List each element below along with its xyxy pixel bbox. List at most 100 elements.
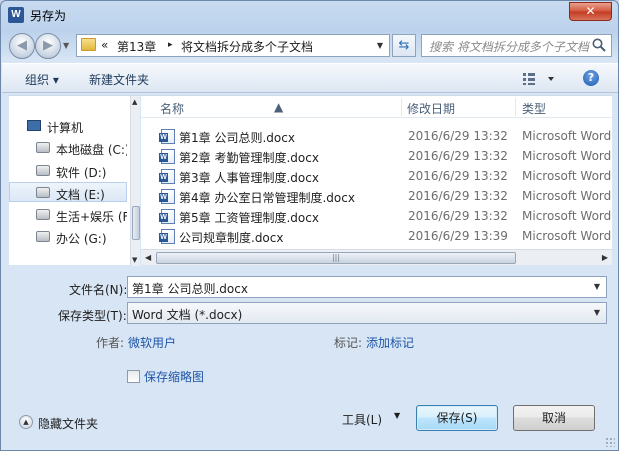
save-thumbnail-label[interactable]: 保存缩略图 xyxy=(144,368,204,385)
search-icon[interactable] xyxy=(591,37,607,53)
nav-item-label: 本地磁盘 (C:) xyxy=(56,143,127,157)
nav-item-drive-g[interactable]: 办公 (G:) xyxy=(9,227,127,247)
file-modified: 2016/6/29 13:32 xyxy=(408,169,508,183)
chevron-down-icon[interactable]: ▼ xyxy=(590,303,604,323)
file-modified: 2016/6/29 13:32 xyxy=(408,189,508,203)
back-button[interactable]: ◀ xyxy=(9,33,35,59)
dialog-title: 另存为 xyxy=(30,9,67,23)
breadcrumb-current-folder[interactable]: 将文档拆分成多个子文档 xyxy=(181,38,313,55)
column-divider[interactable] xyxy=(401,98,402,116)
nav-item-label: 生活+娱乐 (F xyxy=(56,210,127,224)
file-name: 公司规章制度.docx xyxy=(179,231,284,245)
breadcrumb-overflow[interactable]: « xyxy=(101,38,108,52)
chevron-down-icon[interactable]: ▼ xyxy=(590,277,604,297)
file-modified: 2016/6/29 13:32 xyxy=(408,149,508,163)
save-button[interactable]: 保存(S) xyxy=(416,405,498,431)
nav-item-drive-c[interactable]: 本地磁盘 (C:) xyxy=(9,138,127,158)
scroll-left-icon[interactable]: ◀ xyxy=(145,253,151,262)
filetype-select[interactable]: Word 文档 (*.docx) ▼ xyxy=(127,302,607,324)
nav-item-drive-d[interactable]: 软件 (D:) xyxy=(9,161,127,181)
save-thumbnail-checkbox[interactable] xyxy=(127,370,140,383)
word-app-icon: W xyxy=(8,7,24,23)
add-tags-link[interactable]: 添加标记 xyxy=(366,334,414,351)
navigation-pane: 计算机 本地磁盘 (C:) 软件 (D:) 文档 (E:) 生活+娱乐 (F 办… xyxy=(9,95,140,266)
sort-ascending-icon: ▲ xyxy=(274,100,284,114)
file-type: Microsoft Word xyxy=(522,149,612,163)
organize-menu-button[interactable]: 组织 ▾ xyxy=(25,71,59,88)
file-row[interactable]: 公司规章制度.docx 2016/6/29 13:39 Microsoft Wo… xyxy=(141,226,612,246)
tools-label: 工具(L) xyxy=(342,413,383,427)
chevron-down-icon: ▼ xyxy=(394,411,401,420)
word-document-icon xyxy=(159,229,175,244)
search-box[interactable]: 搜索 将文档拆分成多个子文档 xyxy=(421,34,612,57)
word-document-icon xyxy=(159,209,175,224)
search-placeholder: 搜索 将文档拆分成多个子文档 xyxy=(429,40,589,54)
file-row[interactable]: 第4章 办公室日常管理制度.docx 2016/6/29 13:32 Micro… xyxy=(141,186,612,206)
address-dropdown-icon[interactable]: ▼ xyxy=(371,35,389,56)
file-type: Microsoft Word xyxy=(522,189,612,203)
nav-scrollbar[interactable]: ▲ ▼ xyxy=(130,96,140,266)
refresh-button[interactable]: ⇆ xyxy=(392,34,416,57)
file-name: 第1章 公司总则.docx xyxy=(179,131,295,145)
file-list-hscrollbar[interactable]: ◀ ||| ▶ xyxy=(141,249,612,265)
column-header-type[interactable]: 类型 xyxy=(522,100,546,117)
filename-value: 第1章 公司总则.docx xyxy=(132,282,248,296)
file-row[interactable]: 第3章 人事管理制度.docx 2016/6/29 13:32 Microsof… xyxy=(141,166,612,186)
scroll-right-icon[interactable]: ▶ xyxy=(602,253,608,262)
scroll-thumb[interactable]: ||| xyxy=(156,252,516,264)
word-document-icon xyxy=(159,189,175,204)
column-header-modified[interactable]: 修改日期 xyxy=(407,100,455,117)
filename-label: 文件名(N): xyxy=(69,283,128,297)
collapse-up-icon: ▲ xyxy=(19,415,33,429)
file-row[interactable]: 第2章 考勤管理制度.docx 2016/6/29 13:32 Microsof… xyxy=(141,146,612,166)
scroll-up-icon[interactable]: ▲ xyxy=(132,98,137,106)
column-divider[interactable] xyxy=(515,98,516,116)
file-row[interactable]: 第1章 公司总则.docx 2016/6/29 13:32 Microsoft … xyxy=(141,126,612,146)
hide-folders-label: 隐藏文件夹 xyxy=(38,417,99,431)
cancel-button[interactable]: 取消 xyxy=(513,405,595,431)
address-bar[interactable]: « 第13章 ▸ 将文档拆分成多个子文档 ▼ xyxy=(76,34,390,57)
filetype-label: 保存类型(T): xyxy=(58,309,127,323)
breadcrumb-chapter13[interactable]: 第13章 xyxy=(117,38,156,55)
nav-item-drive-f[interactable]: 生活+娱乐 (F xyxy=(9,205,127,225)
drive-icon xyxy=(36,209,50,220)
recent-pages-dropdown-icon[interactable]: ▼ xyxy=(63,39,73,53)
forward-button[interactable]: ▶ xyxy=(35,33,61,59)
file-type: Microsoft Word xyxy=(522,229,612,243)
file-name: 第3章 人事管理制度.docx xyxy=(179,171,319,185)
close-button[interactable]: ✕ xyxy=(569,2,612,21)
folder-icon xyxy=(81,38,96,51)
author-label: 作者: xyxy=(96,336,125,350)
file-name: 第2章 考勤管理制度.docx xyxy=(179,151,319,165)
save-as-dialog: W 另存为 ✕ ◀ ▶ ▼ « 第13章 ▸ 将文档拆分成多个子文档 ▼ ⇆ 搜… xyxy=(0,0,619,451)
file-row[interactable]: 第5章 工资管理制度.docx 2016/6/29 13:32 Microsof… xyxy=(141,206,612,226)
author-value[interactable]: 微软用户 xyxy=(128,334,176,351)
drive-icon xyxy=(36,165,50,176)
scroll-thumb[interactable] xyxy=(132,206,140,240)
filename-field[interactable]: 第1章 公司总则.docx ▼ xyxy=(127,276,607,298)
column-header-name[interactable]: 名称 xyxy=(160,100,184,117)
file-modified: 2016/6/29 13:32 xyxy=(408,129,508,143)
tools-menu-button[interactable]: 工具(L) ▼ xyxy=(332,405,410,431)
filetype-value: Word 文档 (*.docx) xyxy=(132,308,243,322)
view-list-icon xyxy=(523,73,554,85)
scroll-down-icon[interactable]: ▼ xyxy=(132,256,137,264)
nav-item-computer[interactable]: 计算机 xyxy=(9,116,127,136)
new-folder-button[interactable]: 新建文件夹 xyxy=(89,71,149,88)
drive-icon xyxy=(36,187,50,198)
word-document-icon xyxy=(159,129,175,144)
help-icon[interactable]: ? xyxy=(583,70,599,86)
nav-item-drive-e[interactable]: 文档 (E:) xyxy=(9,182,127,202)
word-document-icon xyxy=(159,169,175,184)
view-options-button[interactable] xyxy=(523,70,563,87)
file-modified: 2016/6/29 13:39 xyxy=(408,229,508,243)
file-type: Microsoft Word xyxy=(522,209,612,223)
computer-icon xyxy=(27,120,41,131)
address-row: ◀ ▶ ▼ « 第13章 ▸ 将文档拆分成多个子文档 ▼ ⇆ 搜索 将文档拆分成… xyxy=(1,29,618,63)
resize-grip-icon[interactable] xyxy=(605,437,615,447)
file-type: Microsoft Word xyxy=(522,129,612,143)
nav-item-label: 计算机 xyxy=(47,121,84,135)
breadcrumb-separator-icon[interactable]: ▸ xyxy=(168,40,173,50)
drive-icon xyxy=(36,231,50,242)
file-list: ▲ 名称 修改日期 类型 第1章 公司总则.docx 2016/6/29 13:… xyxy=(141,95,612,265)
